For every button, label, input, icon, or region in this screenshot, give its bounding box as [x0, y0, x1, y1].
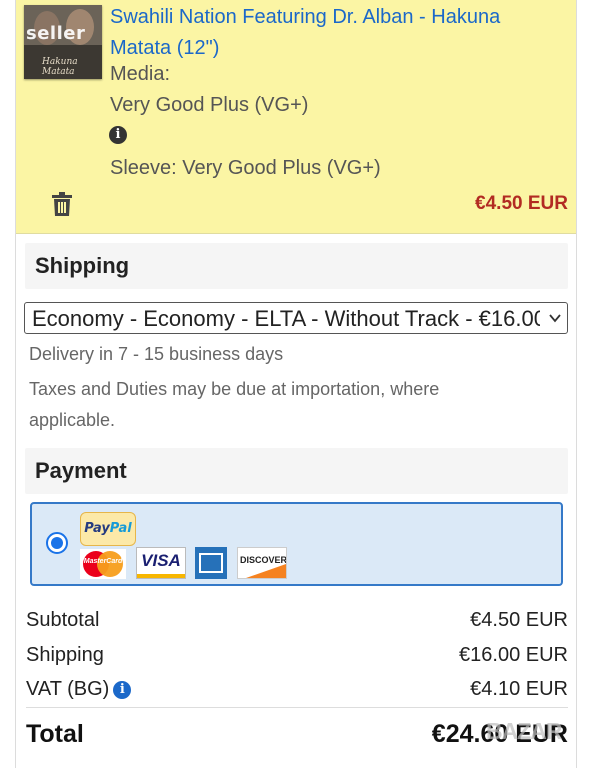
mastercard-logo: MasterCard: [80, 549, 126, 579]
bazar-watermark: BAZAR: [486, 718, 562, 744]
item-price: €4.50 EUR: [475, 193, 568, 214]
discover-logo: DISCOVER: [237, 547, 287, 579]
shipping-header: Shipping: [25, 243, 568, 289]
subtotal-value: €4.50 EUR: [470, 609, 568, 631]
payment-radio-selected[interactable]: [46, 532, 68, 554]
chevron-down-icon: [549, 314, 561, 323]
delivery-estimate: Delivery in 7 - 15 business days: [29, 344, 284, 364]
album-thumbnail[interactable]: Hakuna Matata seller: [24, 5, 102, 79]
item-title-link[interactable]: Swahili Nation Featuring Dr. Alban - Hak…: [110, 2, 550, 64]
cart-item: Hakuna Matata seller Swahili Nation Feat…: [16, 0, 576, 234]
shipping-cost-label: Shipping: [26, 644, 104, 666]
media-label: Media:: [110, 63, 171, 85]
total-label: Total: [26, 720, 84, 748]
vat-row: VAT (BG) i €4.10 EUR: [26, 678, 568, 701]
shipping-heading: Shipping: [35, 253, 130, 278]
media-condition: Very Good Plus (VG+): [110, 94, 309, 116]
subtotal-label: Subtotal: [26, 609, 100, 631]
payment-header: Payment: [25, 448, 568, 494]
subtotal-row: Subtotal €4.50 EUR: [26, 609, 568, 632]
vat-value: €4.10 EUR: [470, 678, 568, 700]
sleeve-condition: Sleeve: Very Good Plus (VG+): [110, 157, 381, 179]
shipping-selected-option: Economy - Economy - ELTA - Without Track…: [32, 306, 540, 331]
thumbnail-signature: Hakuna Matata: [42, 57, 78, 77]
paypal-logo: PayPal: [80, 512, 136, 546]
shipping-method-select[interactable]: Economy - Economy - ELTA - Without Track…: [24, 302, 568, 334]
payment-heading: Payment: [35, 458, 127, 483]
vat-info-icon[interactable]: i: [113, 681, 132, 699]
summary-divider: [26, 707, 568, 708]
trash-icon[interactable]: [51, 192, 73, 216]
info-icon[interactable]: i: [109, 126, 127, 144]
seller-stamp: seller: [26, 23, 86, 44]
shipping-cost-value: €16.00 EUR: [459, 644, 568, 666]
shipping-cost-row: Shipping €16.00 EUR: [26, 644, 568, 667]
visa-logo: VISA: [136, 547, 186, 579]
vat-label: VAT (BG): [26, 678, 110, 700]
payment-option-card[interactable]: PayPal MasterCard VISA DISCOVER: [30, 502, 563, 586]
amex-logo: [195, 547, 227, 579]
taxes-note: Taxes and Duties may be due at importati…: [29, 379, 440, 430]
